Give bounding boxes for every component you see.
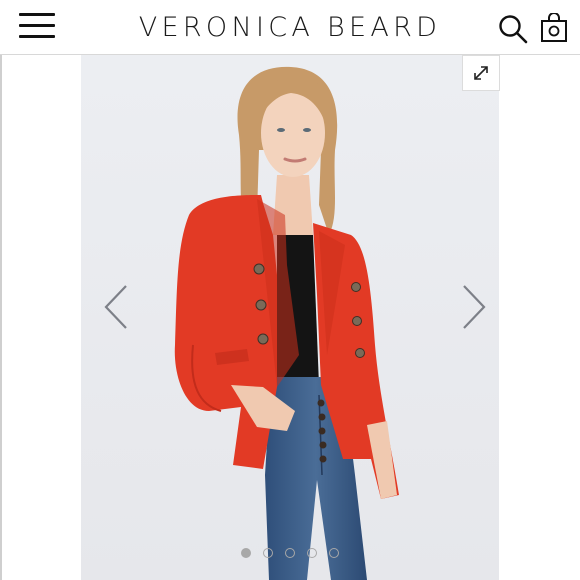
- carousel-dots: [241, 548, 341, 560]
- carousel-dot[interactable]: [329, 548, 339, 558]
- carousel-dot[interactable]: [263, 548, 273, 558]
- brand-logo[interactable]: VERONICA BEARD: [115, 10, 465, 46]
- chevron-right-icon[interactable]: [458, 284, 488, 330]
- page-border: [0, 55, 2, 580]
- expand-icon[interactable]: [462, 55, 500, 91]
- search-icon[interactable]: [498, 14, 532, 44]
- carousel-dot[interactable]: [307, 548, 317, 558]
- site-header: VERONICA BEARD: [0, 0, 580, 55]
- chevron-left-icon[interactable]: [102, 284, 132, 330]
- carousel-dot[interactable]: [285, 548, 295, 558]
- hamburger-menu-icon[interactable]: [19, 12, 57, 40]
- carousel-dot[interactable]: [241, 548, 251, 558]
- product-image[interactable]: [81, 55, 499, 580]
- shopping-bag-icon[interactable]: [540, 12, 568, 43]
